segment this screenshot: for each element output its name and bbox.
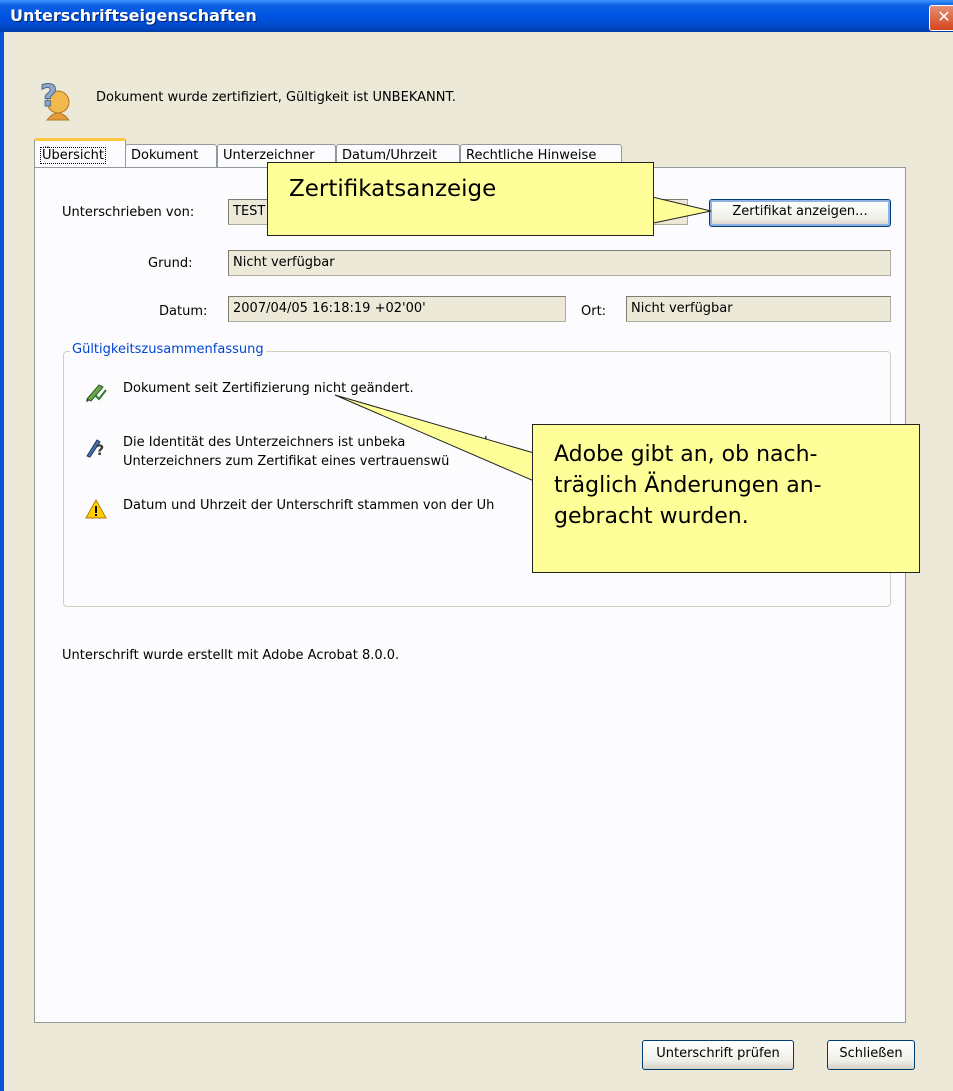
location-field[interactable]: Nicht verfügbar [626,296,891,322]
warning-icon [85,498,107,519]
created-with-text: Unterschrift wurde erstellt mit Adobe Ac… [62,648,400,663]
tab-document[interactable]: Dokument [125,144,217,167]
changes-callout-line: gebracht wurden. [554,504,749,529]
changes-callout-line: träglich Änderungen an- [554,473,822,498]
validity-item-identity: Die Identität des Unterzeichners ist unb… [123,433,488,471]
window-title: Unterschriftseigenschaften [10,6,257,25]
close-window-button[interactable]: ✕ [929,5,953,31]
pen-check-icon [86,384,107,402]
validity-item-identity-line1-tail: d [479,435,488,450]
show-certificate-button[interactable]: Zertifikat anzeigen... [709,199,891,227]
changes-callout-text: Adobe gibt an, ob nach- träglich Änderun… [554,439,822,532]
changes-callout: Adobe gibt an, ob nach- träglich Änderun… [532,424,920,573]
svg-text:?: ? [40,79,57,114]
question-person-icon: ? [40,79,71,121]
close-button[interactable]: Schließen [827,1040,915,1070]
signed-by-label: Unterschrieben von: [62,205,195,220]
validity-item-unchanged: Dokument seit Zertifizierung nicht geänd… [123,381,414,396]
reason-field[interactable]: Nicht verfügbar [228,250,891,276]
window-frame [0,32,4,1091]
certificate-callout: Zertifikatsanzeige [267,162,654,236]
status-text: Dokument wurde zertifiziert, Gültigkeit … [96,90,456,105]
date-field[interactable]: 2007/04/05 16:18:19 +02'00' [228,296,566,322]
title-bar: Unterschriftseigenschaften ✕ [0,0,953,32]
overview-panel: Unterschrieben von: TEST Zertifikat anze… [34,167,906,1023]
changes-callout-line: Adobe gibt an, ob nach- [554,442,818,467]
certificate-callout-text: Zertifikatsanzeige [289,176,497,202]
date-label: Datum: [159,304,208,319]
reason-label: Grund: [148,256,193,271]
verify-signature-button[interactable]: Unterschrift prüfen [642,1040,794,1070]
location-label: Ort: [581,304,607,319]
tab-overview-label: Übersicht [40,147,106,164]
validity-item-identity-line2: Unterzeichners zum Zertifikat eines vert… [123,454,450,469]
validity-item-identity-line1: Die Identität des Unterzeichners ist unb… [123,435,406,450]
svg-text:?: ? [96,443,104,458]
validity-summary-title: Gültigkeitszusammenfassung [70,342,266,357]
validity-item-timestamp: Datum und Uhrzeit der Unterschrift stamm… [123,498,495,513]
pen-question-icon: ? [86,439,104,458]
